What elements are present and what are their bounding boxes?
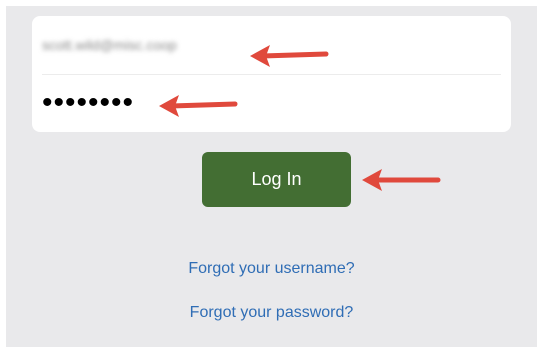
arrow-to-username bbox=[250, 45, 329, 67]
arrow-to-password bbox=[159, 95, 238, 117]
password-field-row bbox=[32, 74, 511, 132]
forgot-password-link[interactable]: Forgot your password? bbox=[6, 304, 537, 322]
arrow-to-login-button bbox=[362, 169, 441, 191]
password-input[interactable] bbox=[42, 84, 502, 122]
login-button[interactable]: Log In bbox=[202, 152, 351, 207]
login-card bbox=[32, 16, 511, 132]
forgot-username-link[interactable]: Forgot your username? bbox=[6, 260, 537, 278]
